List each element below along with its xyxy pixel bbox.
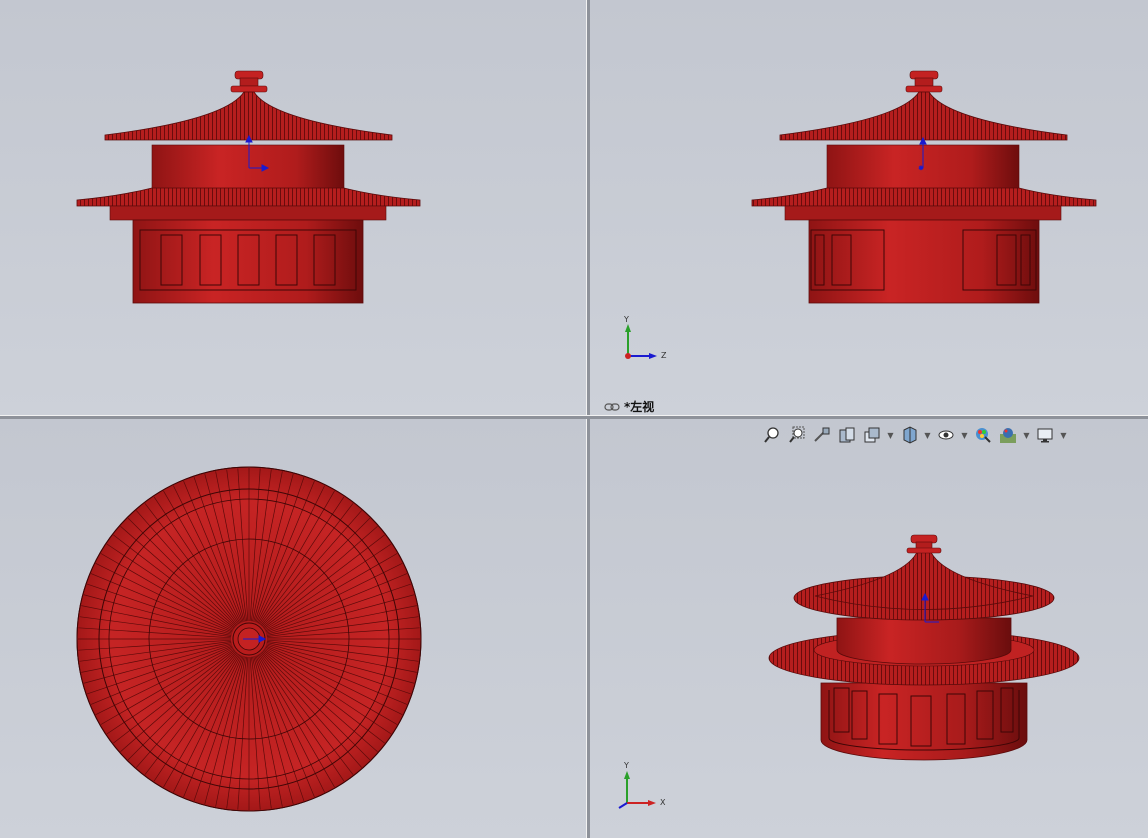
model-front-view[interactable] — [0, 0, 586, 415]
axis-triad: Y Z — [623, 315, 667, 360]
view-name-text: *左视 — [624, 400, 655, 414]
view-name-label: *左视 — [604, 398, 654, 415]
svg-text:*: * — [919, 165, 923, 174]
edit-appearance-icon[interactable] — [972, 424, 994, 446]
triad-y-label: Y — [623, 315, 629, 324]
view-settings-dropdown[interactable]: ▼ — [1059, 424, 1068, 446]
display-style-icon[interactable] — [898, 424, 920, 446]
zoom-to-fit-icon[interactable] — [761, 424, 783, 446]
model-isometric-view[interactable]: Y X — [589, 418, 1148, 838]
previous-view-icon[interactable] — [811, 424, 833, 446]
apply-scene-icon[interactable] — [997, 424, 1019, 446]
view-orientation-icon[interactable] — [861, 424, 883, 446]
model-top-view[interactable] — [0, 418, 586, 838]
apply-scene-dropdown[interactable]: ▼ — [1022, 424, 1031, 446]
horizontal-viewport-splitter[interactable] — [0, 415, 1148, 419]
vertical-viewport-splitter[interactable] — [586, 0, 590, 838]
axis-triad: Y X — [618, 761, 666, 809]
hide-show-items-dropdown[interactable]: ▼ — [960, 424, 969, 446]
viewport-isometric[interactable]: ▼ ▼ ▼ ▼ ▼ Y X — [589, 418, 1148, 838]
hide-show-items-icon[interactable] — [935, 424, 957, 446]
model-left-view[interactable]: * Y Z — [589, 0, 1148, 415]
display-style-dropdown[interactable]: ▼ — [923, 424, 932, 446]
zoom-to-area-icon[interactable] — [786, 424, 808, 446]
triad-z-label: Z — [661, 351, 667, 360]
view-settings-icon[interactable] — [1034, 424, 1056, 446]
view-orientation-dropdown[interactable]: ▼ — [886, 424, 895, 446]
section-view-icon[interactable] — [836, 424, 858, 446]
viewport-front[interactable] — [0, 0, 586, 415]
viewport-left[interactable]: * Y Z — [589, 0, 1148, 415]
viewport-top[interactable] — [0, 418, 586, 838]
link-icon — [604, 402, 620, 411]
triad-x-label: X — [660, 798, 666, 807]
triad-y-label: Y — [623, 761, 629, 770]
heads-up-view-toolbar: ▼ ▼ ▼ ▼ ▼ — [761, 424, 1068, 446]
